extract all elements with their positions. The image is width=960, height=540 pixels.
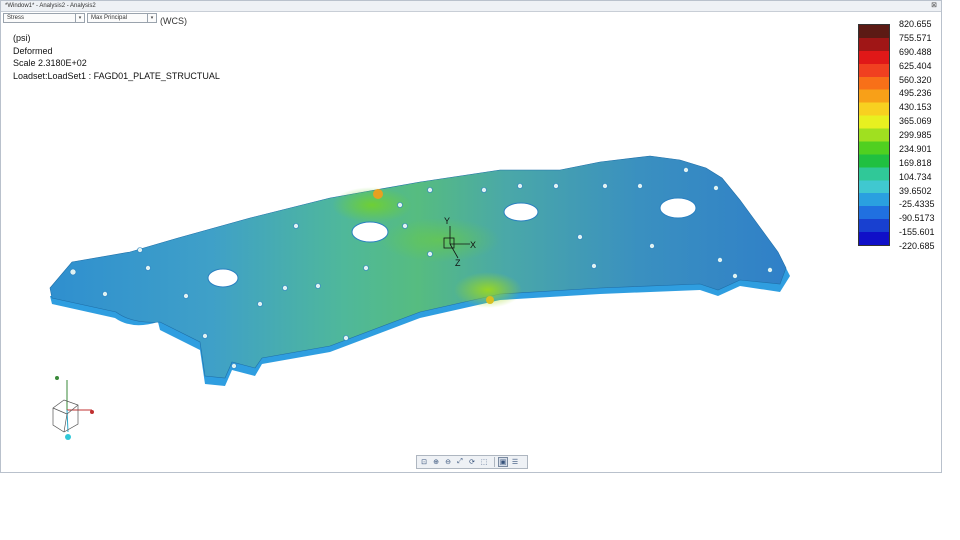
legend-value: 755.571 bbox=[899, 32, 932, 43]
plate-hole bbox=[503, 202, 539, 222]
triad-x-label: X bbox=[470, 240, 476, 250]
view-toolbar: ⊡ ⊕ ⊖ ⤢ ⟳ ⬚ ▣ ☰ bbox=[416, 455, 528, 469]
legend-value: -90.5173 bbox=[899, 213, 935, 224]
legend-value: 365.069 bbox=[899, 116, 932, 127]
plate-hole bbox=[207, 268, 239, 288]
legend-color-bar bbox=[858, 24, 890, 246]
zoom-out-icon[interactable]: ⊖ bbox=[443, 457, 453, 467]
plate-model[interactable]: Y X Z bbox=[49, 155, 790, 386]
refit-icon[interactable]: ⊡ bbox=[419, 457, 429, 467]
legend-value: 690.488 bbox=[899, 46, 932, 57]
legend-value: 299.985 bbox=[899, 130, 932, 140]
stress-hotspot bbox=[380, 218, 500, 262]
legend-toggle-icon[interactable]: ☰ bbox=[510, 457, 520, 467]
legend-value: 104.734 bbox=[899, 171, 932, 182]
legend-value: 39.6502 bbox=[899, 185, 932, 196]
view-orientation-triad bbox=[52, 376, 94, 440]
legend-value: -220.685 bbox=[899, 241, 935, 251]
legend-value: 560.320 bbox=[899, 74, 932, 85]
legend-value: 234.901 bbox=[899, 143, 932, 154]
legend-value: 169.818 bbox=[899, 157, 932, 168]
legend-value: 625.404 bbox=[899, 60, 932, 71]
view-orient-icon[interactable]: ⬚ bbox=[479, 457, 489, 467]
legend-value: 495.236 bbox=[899, 88, 932, 99]
legend-value: -155.601 bbox=[899, 227, 935, 238]
spin-icon[interactable]: ⟳ bbox=[467, 457, 477, 467]
legend-value: -25.4335 bbox=[899, 199, 935, 210]
triad-y-label: Y bbox=[444, 216, 450, 226]
zoom-window-icon[interactable]: ⊕ bbox=[431, 457, 441, 467]
display-style-icon[interactable]: ▣ bbox=[498, 457, 508, 467]
legend-value: 430.153 bbox=[899, 102, 932, 113]
model-viewport[interactable]: Y X Z bbox=[0, 0, 942, 473]
stress-hotspot bbox=[486, 296, 494, 304]
legend-value: 820.655 bbox=[899, 19, 932, 29]
plate-hole bbox=[659, 197, 697, 219]
toolbar-separator bbox=[494, 457, 495, 467]
triad-z-label: Z bbox=[455, 258, 461, 268]
pan-icon[interactable]: ⤢ bbox=[455, 457, 465, 467]
plate-hole bbox=[351, 221, 389, 243]
stress-hotspot bbox=[373, 189, 383, 199]
plate-surface bbox=[49, 155, 787, 379]
